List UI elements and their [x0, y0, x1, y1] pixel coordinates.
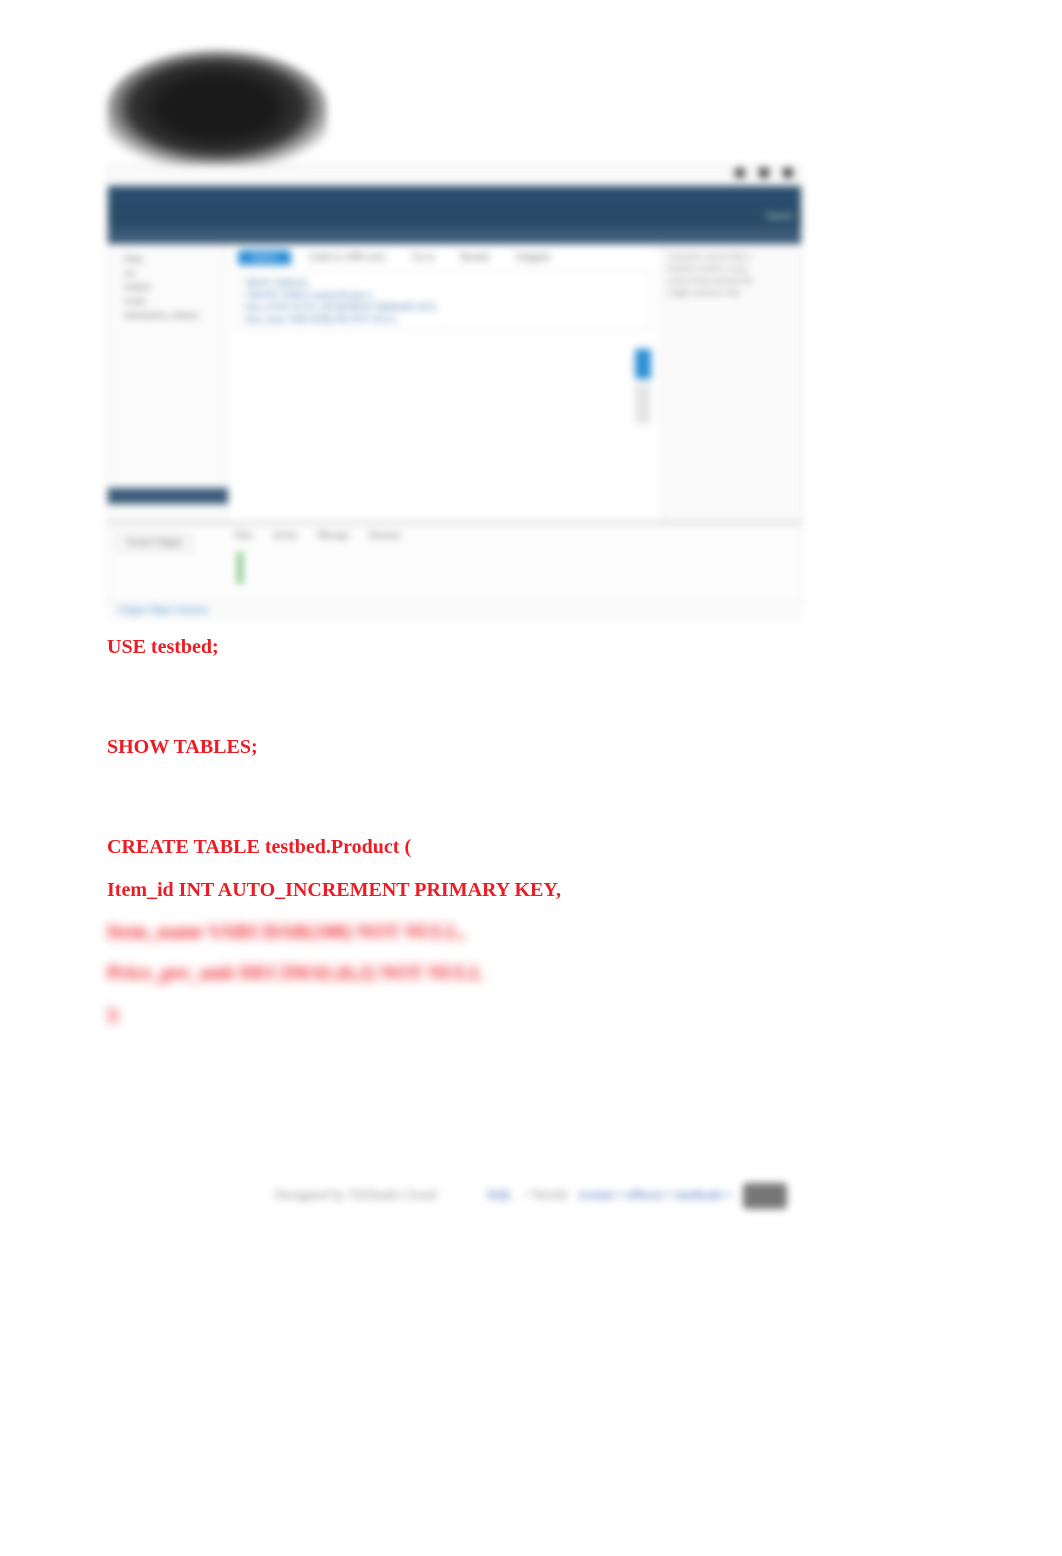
tab-results[interactable]: Results: [452, 250, 497, 265]
sql-statement: USE testbed;: [107, 635, 955, 660]
workbench-window: – ☐ ✕ Search Filter sys testbed world in…: [107, 165, 802, 605]
success-indicator-icon: [238, 552, 242, 584]
query-editor-panel: Query Limit to 1000 rows Go to Results S…: [228, 244, 661, 522]
output-panel: Action Output Time Action Message Durati…: [108, 522, 801, 602]
logo-mountain: STUDY • STASH: [107, 50, 327, 165]
sql-statement: CREATE TABLE testbed.Product (: [107, 835, 955, 860]
search-label[interactable]: Search: [766, 211, 793, 222]
menu-bar[interactable]: [108, 186, 801, 204]
help-text: context help automatically.: [668, 276, 795, 285]
tree-item[interactable]: information_schema: [114, 308, 221, 322]
footer-link-sql[interactable]: SQL: [486, 1188, 512, 1204]
help-text: disabled. Enable it to get: [668, 264, 795, 273]
navigator-footer: [108, 488, 228, 504]
sql-statement: Item_id INT AUTO_INCREMENT PRIMARY KEY,: [107, 878, 955, 903]
schema-navigator[interactable]: Filter sys testbed world information_sch…: [108, 244, 228, 522]
output-header-row: Time Action Message Duration: [234, 530, 795, 540]
footer-links: SQL / World events • effects • methods •: [486, 1183, 787, 1209]
code-line: CREATE TABLE testbed.Product (: [245, 290, 644, 300]
footer-credit: Designed by TADashi Cloud: [275, 1188, 437, 1204]
toolbar[interactable]: Search: [108, 204, 801, 228]
app-screenshot: STUDY • STASH – ☐ ✕ Search Filter sys te…: [107, 50, 797, 610]
redacted-line: Price_per_unit DECIMAL(6,2) NOT NULL: [107, 962, 955, 985]
redacted-line: );: [107, 1003, 127, 1026]
maximize-icon[interactable]: ☐: [759, 168, 769, 178]
output-grid: Time Action Message Duration: [228, 524, 801, 602]
tab-snippets[interactable]: Snippets: [508, 250, 558, 265]
output-mode-label[interactable]: Action Output: [116, 534, 192, 551]
footer-sep: / World: [525, 1188, 567, 1204]
result-area: [238, 339, 651, 429]
tab-goto[interactable]: Go to: [404, 250, 443, 265]
code-line: Item_id INT AUTO_INCREMENT PRIMARY KEY,: [245, 302, 644, 312]
tree-item[interactable]: world: [114, 294, 221, 308]
help-text: Automatic context help is: [668, 252, 795, 261]
sql-text-content: USE testbed; SHOW TABLES; CREATE TABLE t…: [107, 635, 955, 1026]
context-help-panel: Automatic context help is disabled. Enab…: [661, 244, 801, 522]
help-text: Toggle automatic help: [668, 288, 795, 297]
page-footer: Designed by TADashi Cloud SQL / World ev…: [107, 1176, 955, 1216]
status-tabs[interactable]: Output Object Session: [118, 605, 208, 616]
col-duration: Duration: [369, 530, 401, 540]
scrollbar-thumb[interactable]: [635, 349, 651, 379]
window-controls: – ☐ ✕: [735, 168, 793, 178]
col-time: Time: [234, 530, 253, 540]
code-line: SHOW TABLES;: [245, 278, 644, 288]
workbench-body: Filter sys testbed world information_sch…: [108, 244, 801, 522]
tree-item[interactable]: Filter: [114, 252, 221, 266]
footer-badge-icon: [743, 1183, 787, 1209]
sql-editor[interactable]: SHOW TABLES; CREATE TABLE testbed.Produc…: [238, 271, 651, 331]
editor-tabs: Query Limit to 1000 rows Go to Results S…: [238, 250, 651, 265]
tab-limit[interactable]: Limit to 1000 rows: [301, 250, 394, 265]
tree-item[interactable]: testbed: [114, 280, 221, 294]
scrollbar-track[interactable]: [635, 384, 651, 424]
code-line: Item_name VARCHAR(100) NOT NULL,: [245, 314, 644, 324]
minimize-icon[interactable]: –: [735, 168, 745, 178]
status-bar: Output Object Session: [108, 602, 801, 622]
redacted-line: Item_name VARCHAR(100) NOT NULL,: [107, 921, 955, 944]
tab-query[interactable]: Query: [238, 250, 291, 265]
sql-statement: SHOW TABLES;: [107, 735, 955, 760]
secondary-toolbar: [108, 228, 801, 244]
footer-link-methods[interactable]: events • effects • methods •: [579, 1188, 731, 1204]
output-left: Action Output: [108, 524, 228, 602]
tree-item[interactable]: sys: [114, 266, 221, 280]
col-message: Message: [317, 530, 349, 540]
window-titlebar: – ☐ ✕: [108, 166, 801, 186]
col-action: Action: [273, 530, 298, 540]
close-icon[interactable]: ✕: [783, 168, 793, 178]
